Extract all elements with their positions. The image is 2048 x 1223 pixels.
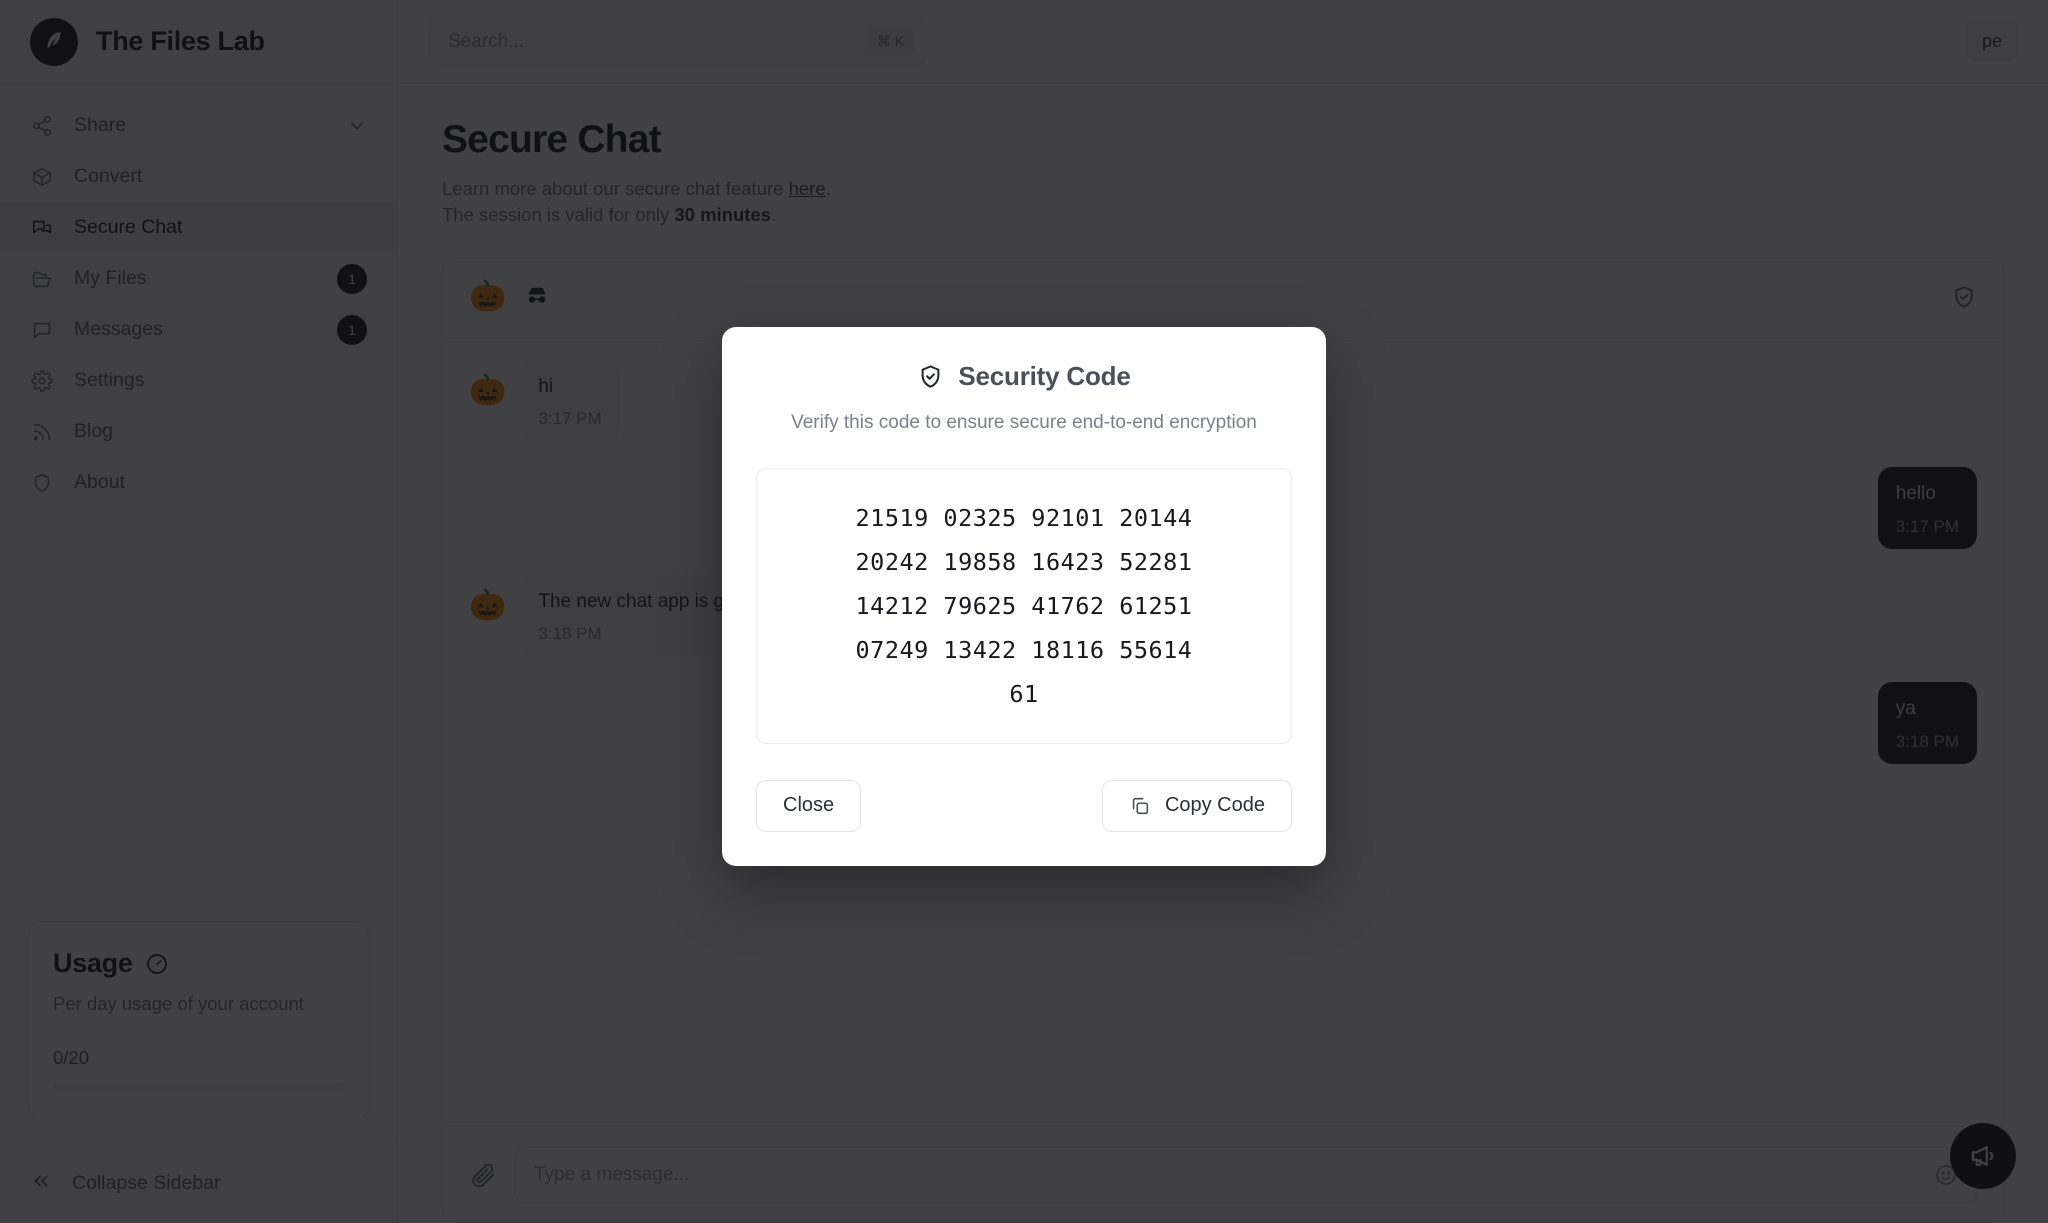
modal-title: Security Code — [756, 361, 1292, 392]
modal-subtitle: Verify this code to ensure secure end-to… — [791, 412, 1257, 433]
copy-code-button-label: Copy Code — [1164, 794, 1265, 817]
security-code-modal: Security Code Verify this code to ensure… — [722, 327, 1326, 866]
copy-code-button[interactable]: Copy Code — [1101, 779, 1292, 832]
security-code-line: 14212 79625 41762 61251 — [855, 591, 1193, 620]
security-code-box: 21519 02325 92101 20144 20242 19858 1642… — [756, 468, 1292, 744]
close-button[interactable]: Close — [756, 779, 862, 832]
modal-title-text: Security Code — [958, 361, 1131, 391]
modal-actions: Close Copy Code — [756, 779, 1292, 832]
copy-icon — [1129, 795, 1151, 817]
security-code-line: 21519 02325 92101 20144 — [855, 504, 1193, 532]
close-button-label: Close — [783, 794, 835, 817]
security-code-line: 61 — [1009, 679, 1039, 708]
security-code-line: 20242 19858 16423 52281 — [855, 547, 1193, 576]
app-root: The Files Lab Share — [0, 0, 2048, 1223]
shield-check-icon — [917, 363, 944, 390]
security-code-line: 07249 13422 18116 55614 — [855, 635, 1193, 664]
